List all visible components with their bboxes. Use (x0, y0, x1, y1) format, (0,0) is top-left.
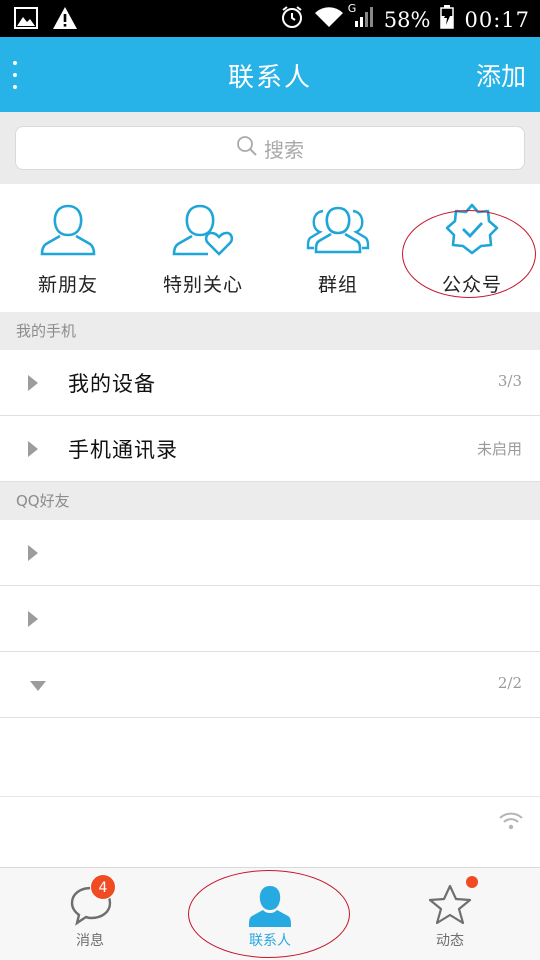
wifi-icon (314, 6, 344, 33)
battery-percent: 58% (383, 7, 431, 32)
group-icon (306, 206, 370, 254)
add-button[interactable]: 添加 (476, 57, 526, 93)
friend-group-expanded[interactable]: 2/2 (0, 652, 540, 718)
wifi-status-icon (498, 811, 524, 835)
section-header-my-phone: 我的手机 (0, 312, 540, 350)
shortcut-group[interactable]: 群组 (278, 202, 398, 306)
new-friend-icon (40, 204, 96, 256)
tab-messages[interactable]: 4 消息 (30, 868, 150, 960)
search-input[interactable]: 搜索 (15, 126, 525, 170)
row-count: 2/2 (497, 674, 522, 692)
annotation-circle (402, 210, 536, 298)
annotation-circle (188, 870, 350, 958)
friend-group[interactable] (0, 586, 540, 652)
search-area: 搜索 (0, 112, 540, 184)
title-bar: 联系人 添加 (0, 37, 540, 112)
shortcut-special-care[interactable]: 特别关心 (143, 202, 263, 306)
clock: 00:17 (464, 7, 530, 32)
list-item-my-devices[interactable]: 我的设备 3/3 (0, 350, 540, 416)
battery-icon (440, 5, 455, 34)
network-type: G (347, 2, 357, 15)
expand-arrow-icon (28, 611, 38, 627)
nav-label: 消息 (76, 933, 104, 949)
search-placeholder: 搜索 (264, 137, 304, 162)
signal-icon: G (348, 2, 374, 33)
row-label: 手机通讯录 (68, 438, 178, 462)
search-icon (236, 135, 258, 162)
contact-row[interactable] (0, 718, 540, 797)
row-count: 3/3 (497, 372, 522, 390)
notification-dot (466, 876, 478, 888)
page-title: 联系人 (227, 63, 312, 93)
row-count: 未启用 (476, 440, 522, 458)
warning-icon (52, 6, 78, 34)
shortcut-label: 群组 (317, 274, 358, 296)
friend-group[interactable] (0, 520, 540, 586)
list-item-phone-contacts[interactable]: 手机通讯录 未启用 (0, 416, 540, 482)
expand-arrow-icon (28, 441, 38, 457)
expand-arrow-icon (28, 545, 38, 561)
section-header-qq-friends: QQ好友 (0, 482, 540, 520)
nav-label: 动态 (436, 933, 464, 949)
unread-badge: 4 (90, 874, 116, 900)
shortcut-label: 新朋友 (37, 274, 98, 296)
special-care-icon (172, 204, 234, 256)
expand-arrow-icon (28, 375, 38, 391)
alarm-icon (280, 5, 304, 34)
image-icon (14, 6, 38, 34)
row-label: 我的设备 (68, 372, 156, 396)
tab-activity[interactable]: 动态 (390, 868, 510, 960)
shortcut-new-friend[interactable]: 新朋友 (8, 202, 128, 306)
contact-row[interactable] (0, 797, 540, 867)
shortcut-label: 特别关心 (162, 274, 243, 296)
bottom-nav: 4 消息 联系人 动态 (0, 867, 540, 960)
shortcut-row: 新朋友 特别关心 群组 公众号 (0, 184, 540, 312)
star-icon (428, 884, 472, 925)
status-bar: G 58% 00:17 (0, 0, 540, 37)
collapse-arrow-icon (30, 681, 46, 691)
